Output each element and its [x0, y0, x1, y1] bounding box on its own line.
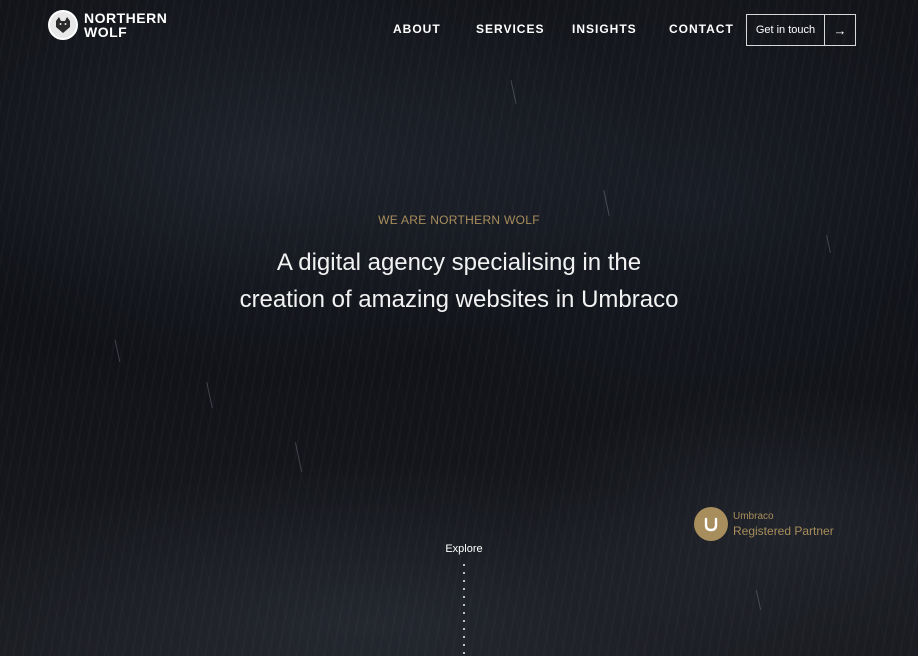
snow-streak — [114, 340, 121, 362]
snow-streak — [510, 80, 517, 104]
snow-streak — [755, 590, 762, 610]
partner-line2: Registered Partner — [733, 524, 834, 538]
forest-background — [0, 0, 918, 656]
explore-dotted-line — [463, 561, 465, 656]
nav-item-services[interactable]: SERVICES — [476, 22, 544, 36]
hero-eyebrow: WE ARE NORTHERN WOLF — [378, 213, 540, 227]
get-in-touch-button[interactable]: Get in touch → — [746, 14, 856, 46]
snow-streak — [294, 442, 303, 472]
explore-link[interactable]: Explore — [424, 543, 504, 555]
snow-streak — [826, 235, 831, 253]
nav-item-insights[interactable]: INSIGHTS — [572, 22, 637, 36]
nav-item-contact[interactable]: CONTACT — [669, 22, 734, 36]
snow-streak — [206, 382, 213, 408]
snow-streak — [603, 190, 610, 216]
hero-headline: A digital agency specialising in the cre… — [239, 249, 679, 313]
partner-text: Umbraco Registered Partner — [733, 510, 834, 538]
nav-item-about[interactable]: ABOUT — [393, 22, 441, 36]
umbraco-icon — [694, 507, 728, 541]
arrow-right-icon: → — [824, 15, 855, 45]
partner-line1: Umbraco — [733, 511, 774, 522]
get-in-touch-label: Get in touch — [755, 24, 816, 36]
umbraco-partner-badge: Umbraco Registered Partner — [694, 507, 834, 541]
